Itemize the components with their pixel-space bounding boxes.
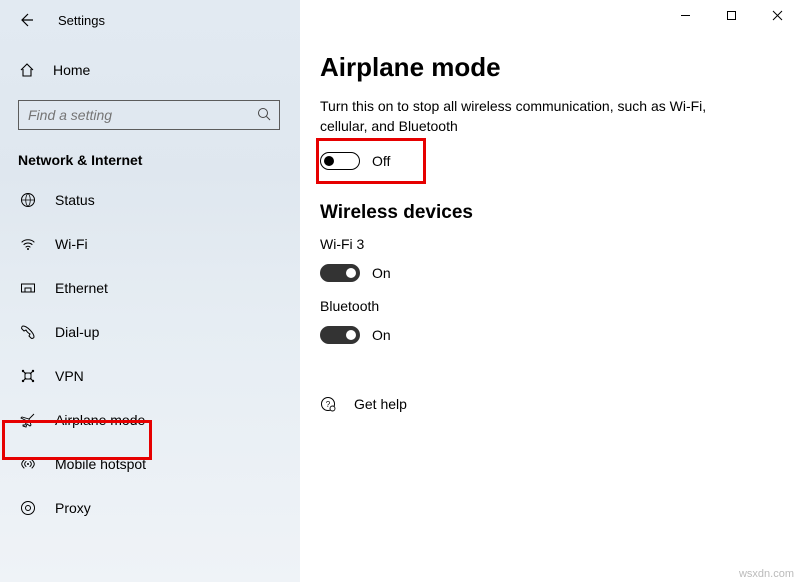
get-help-link[interactable]: ? Get help	[320, 396, 800, 412]
status-icon	[19, 191, 37, 209]
home-icon	[19, 62, 35, 78]
window-controls	[662, 0, 800, 30]
bluetooth-toggle[interactable]	[320, 326, 360, 344]
get-help-label: Get help	[354, 396, 407, 412]
wifi-icon	[19, 235, 37, 253]
search-input[interactable]	[18, 100, 280, 130]
help-icon: ?	[320, 396, 338, 412]
hotspot-icon	[19, 455, 37, 473]
close-button[interactable]	[754, 0, 800, 30]
search-field[interactable]	[26, 100, 246, 130]
wifi3-toggle-state: On	[372, 265, 391, 281]
bluetooth-toggle-state: On	[372, 327, 391, 343]
airplane-toggle[interactable]	[320, 152, 360, 170]
airplane-icon	[19, 411, 37, 429]
search-icon	[257, 107, 272, 122]
back-button[interactable]	[18, 12, 40, 28]
device-toggle-row: On	[320, 324, 800, 346]
wireless-devices-header: Wireless devices	[320, 202, 800, 224]
page-description: Turn this on to stop all wireless commun…	[320, 97, 750, 136]
sidebar-item-ethernet[interactable]: Ethernet	[0, 266, 300, 310]
sidebar-home[interactable]: Home	[0, 50, 300, 90]
sidebar-item-label: VPN	[55, 368, 84, 384]
category-header: Network & Internet	[18, 152, 300, 168]
sidebar-item-hotspot[interactable]: Mobile hotspot	[0, 442, 300, 486]
sidebar-item-label: Wi-Fi	[55, 236, 88, 252]
device-name: Wi-Fi 3	[320, 236, 800, 252]
proxy-icon	[19, 499, 37, 517]
main-content: Airplane mode Turn this on to stop all w…	[320, 30, 800, 582]
sidebar-item-dialup[interactable]: Dial-up	[0, 310, 300, 354]
watermark: wsxdn.com	[739, 568, 794, 580]
device-name: Bluetooth	[320, 298, 800, 314]
wifi3-toggle[interactable]	[320, 264, 360, 282]
sidebar-item-label: Airplane mode	[55, 412, 145, 428]
device-toggle-row: On	[320, 262, 800, 284]
titlebar: Settings	[0, 0, 300, 40]
dialup-icon	[19, 323, 37, 341]
sidebar-item-label: Ethernet	[55, 280, 108, 296]
maximize-button[interactable]	[708, 0, 754, 30]
airplane-toggle-row: Off	[320, 150, 800, 172]
sidebar-item-label: Status	[55, 192, 95, 208]
device-wifi3: Wi-Fi 3 On	[320, 236, 800, 284]
sidebar-home-label: Home	[53, 62, 90, 78]
device-bluetooth: Bluetooth On	[320, 298, 800, 346]
sidebar-item-vpn[interactable]: VPN	[0, 354, 300, 398]
vpn-icon	[19, 367, 37, 385]
nav-list: Status Wi-Fi Ethernet	[0, 178, 300, 530]
window-title: Settings	[58, 13, 105, 28]
sidebar-item-proxy[interactable]: Proxy	[0, 486, 300, 530]
sidebar-item-label: Dial-up	[55, 324, 99, 340]
sidebar-item-airplane[interactable]: Airplane mode	[0, 398, 300, 442]
sidebar-item-label: Mobile hotspot	[55, 456, 146, 472]
sidebar: Settings Home Network & Internet	[0, 0, 300, 582]
sidebar-item-label: Proxy	[55, 500, 91, 516]
ethernet-icon	[19, 279, 37, 297]
minimize-button[interactable]	[662, 0, 708, 30]
sidebar-item-status[interactable]: Status	[0, 178, 300, 222]
sidebar-item-wifi[interactable]: Wi-Fi	[0, 222, 300, 266]
page-title: Airplane mode	[320, 52, 800, 83]
airplane-toggle-state: Off	[372, 153, 390, 169]
